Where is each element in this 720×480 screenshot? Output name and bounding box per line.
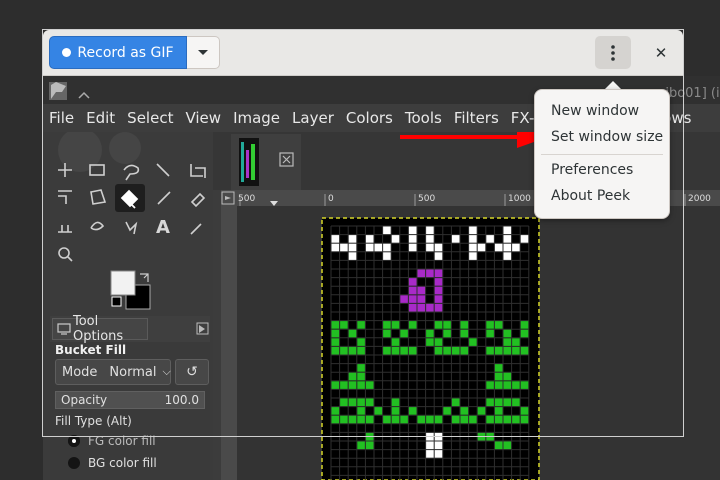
fill-option-label: BG color fill <box>88 456 157 470</box>
close-icon: ✕ <box>654 44 668 62</box>
menu-item-set-window-size[interactable]: Set window size <box>551 129 663 145</box>
peek-main-menu: New window Set window size Preferences A… <box>534 89 670 219</box>
record-gif-button[interactable]: Record as GIF <box>49 36 187 69</box>
radio-unselected[interactable] <box>68 457 80 469</box>
pixel-cell <box>434 441 443 450</box>
ruler-label: 2000 <box>688 194 711 204</box>
pixel-cell <box>494 441 503 450</box>
menu-item-about-peek[interactable]: About Peek <box>551 188 630 204</box>
kebab-menu-icon <box>611 44 615 61</box>
peek-headerbar: Record as GIF ✕ <box>43 30 683 76</box>
record-label: Record as GIF <box>77 44 174 61</box>
pixel-cell <box>357 441 365 450</box>
chevron-down-icon <box>198 49 208 55</box>
pixel-cell <box>426 450 434 458</box>
pixel-cell <box>426 441 434 450</box>
fill-option-bg[interactable]: BG color fill <box>68 456 157 470</box>
main-menu-button[interactable] <box>595 36 631 69</box>
close-button[interactable]: ✕ <box>647 39 675 67</box>
menu-item-preferences[interactable]: Preferences <box>551 162 633 178</box>
record-icon <box>62 48 72 57</box>
pixel-cell <box>434 450 443 458</box>
pixel-cell <box>365 441 374 450</box>
format-dropdown-button[interactable] <box>187 36 220 69</box>
pixel-cell <box>503 441 512 450</box>
menu-separator <box>541 154 663 155</box>
menu-item-new-window[interactable]: New window <box>551 103 639 119</box>
